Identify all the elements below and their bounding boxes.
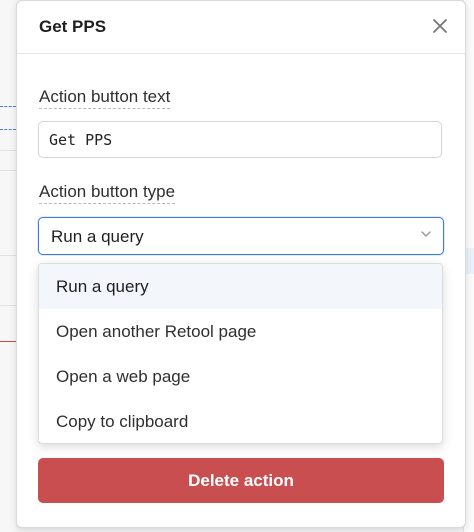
panel-title: Get PPS xyxy=(39,17,107,36)
canvas-row-divider xyxy=(0,170,16,171)
canvas-guide-line xyxy=(0,106,16,107)
action-button-type-label: Action button type xyxy=(39,182,176,204)
option-open-web-page[interactable]: Open a web page xyxy=(39,354,442,399)
canvas-error-line xyxy=(0,341,16,342)
option-copy-to-clipboard[interactable]: Copy to clipboard xyxy=(39,399,442,443)
action-settings-panel: Get PPS Action button text Action button… xyxy=(16,0,466,528)
close-icon xyxy=(433,19,447,33)
action-type-dropdown: Run a query Open another Retool page Ope… xyxy=(38,263,443,444)
canvas-row-divider xyxy=(0,255,16,256)
background-canvas xyxy=(0,0,16,532)
option-run-a-query[interactable]: Run a query xyxy=(39,264,442,309)
option-open-retool-page[interactable]: Open another Retool page xyxy=(39,309,442,354)
delete-action-button[interactable]: Delete action xyxy=(38,458,444,503)
chevron-down-icon xyxy=(421,231,431,237)
action-button-type-select[interactable]: Run a query xyxy=(38,217,444,255)
close-button[interactable] xyxy=(427,13,453,39)
action-button-text-label: Action button text xyxy=(39,87,171,109)
canvas-guide-line xyxy=(0,129,16,130)
panel-header: Get PPS xyxy=(17,1,465,54)
canvas-row-divider xyxy=(0,305,16,306)
action-button-text-input[interactable] xyxy=(38,121,442,158)
canvas-row-divider xyxy=(0,150,16,151)
select-value: Run a query xyxy=(51,227,144,246)
